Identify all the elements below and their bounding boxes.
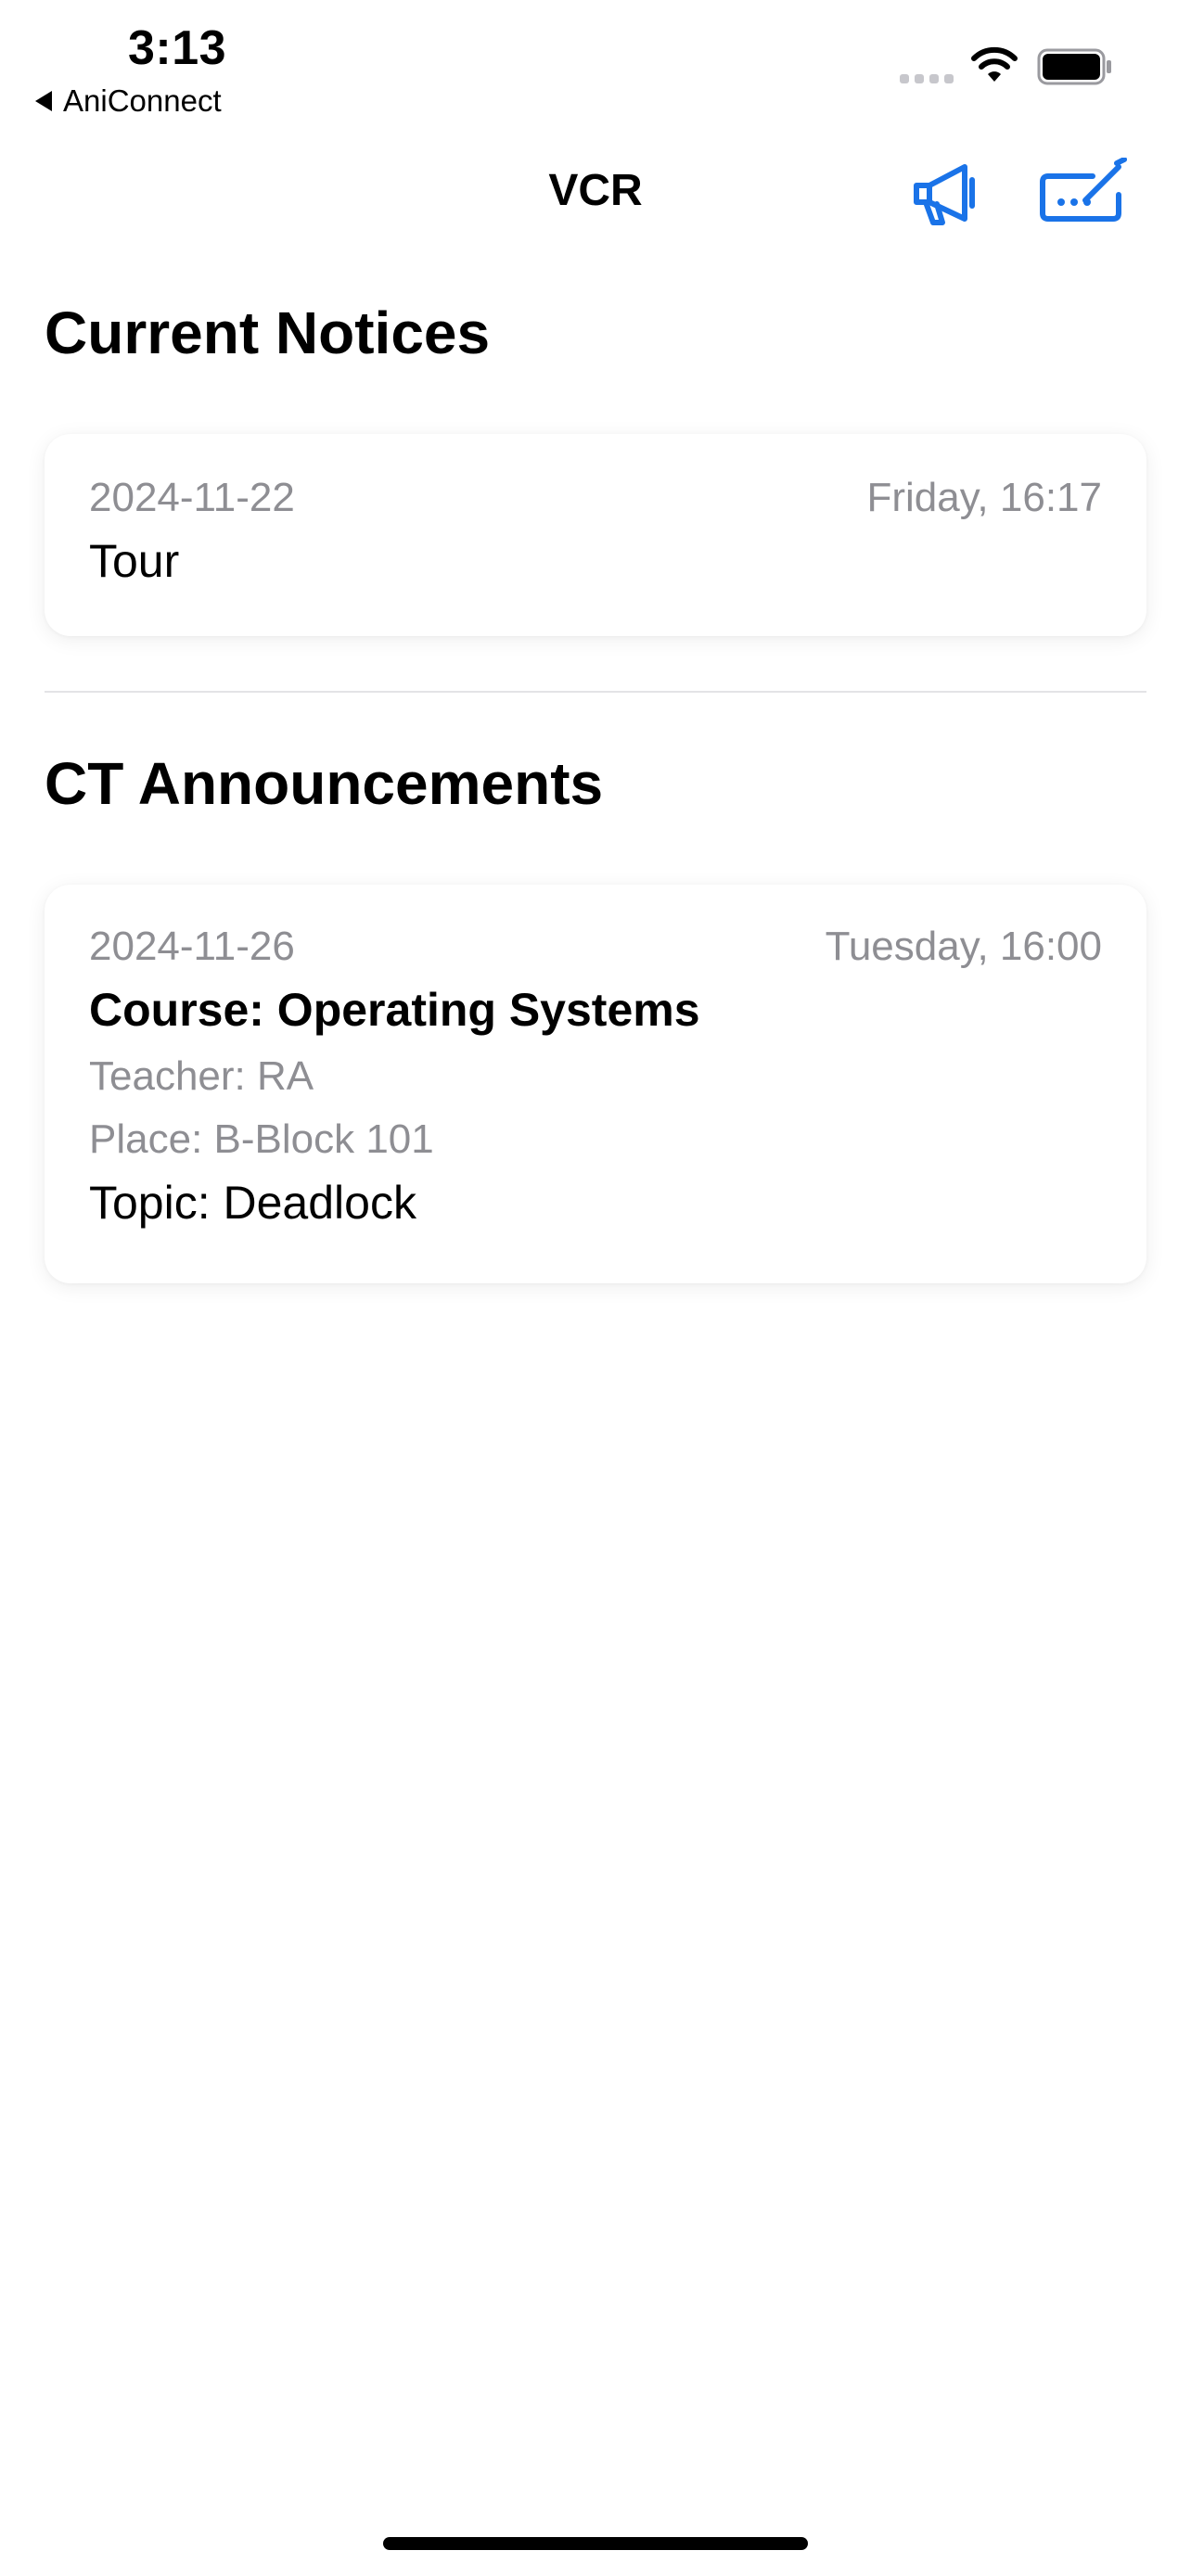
notice-card[interactable]: 2024-11-22 Friday, 16:17 Tour	[45, 434, 1146, 636]
back-to-app-link[interactable]: AniConnect	[35, 83, 222, 119]
notice-date: 2024-11-22	[89, 475, 295, 520]
back-arrow-icon	[35, 91, 52, 111]
status-time: 3:13	[128, 21, 227, 75]
ct-date: 2024-11-26	[89, 924, 295, 969]
ct-announcement-card[interactable]: 2024-11-26 Tuesday, 16:00 Course: Operat…	[45, 885, 1146, 1283]
ct-place: Place: B-Block 101	[89, 1116, 434, 1162]
back-app-label: AniConnect	[63, 83, 222, 118]
status-bar: 3:13 AniConnect	[0, 0, 1191, 130]
compose-button[interactable]	[1037, 157, 1130, 236]
ct-card-header: 2024-11-26 Tuesday, 16:00	[89, 924, 1102, 970]
ct-topic: Topic: Deadlock	[89, 1177, 416, 1229]
compose-keyboard-icon	[1040, 157, 1127, 222]
notice-title: Tour	[89, 535, 180, 587]
battery-icon	[1037, 48, 1111, 85]
navigation-bar: VCR	[0, 139, 1191, 250]
section-divider	[45, 691, 1146, 693]
cellular-signal-icon	[900, 74, 954, 83]
announcement-button[interactable]	[909, 158, 983, 236]
ct-teacher: Teacher: RA	[89, 1053, 314, 1099]
section-title-ct-announcements: CT Announcements	[45, 750, 604, 817]
home-indicator[interactable]	[383, 2537, 808, 2550]
notice-card-header: 2024-11-22 Friday, 16:17	[89, 475, 1102, 521]
wifi-icon	[971, 46, 1018, 82]
ct-day-time: Tuesday, 16:00	[825, 924, 1102, 969]
ct-course: Course: Operating Systems	[89, 984, 700, 1036]
megaphone-icon	[914, 164, 975, 225]
page-title: VCR	[548, 166, 643, 215]
section-title-current-notices: Current Notices	[45, 300, 491, 366]
notice-day-time: Friday, 16:17	[866, 475, 1102, 520]
